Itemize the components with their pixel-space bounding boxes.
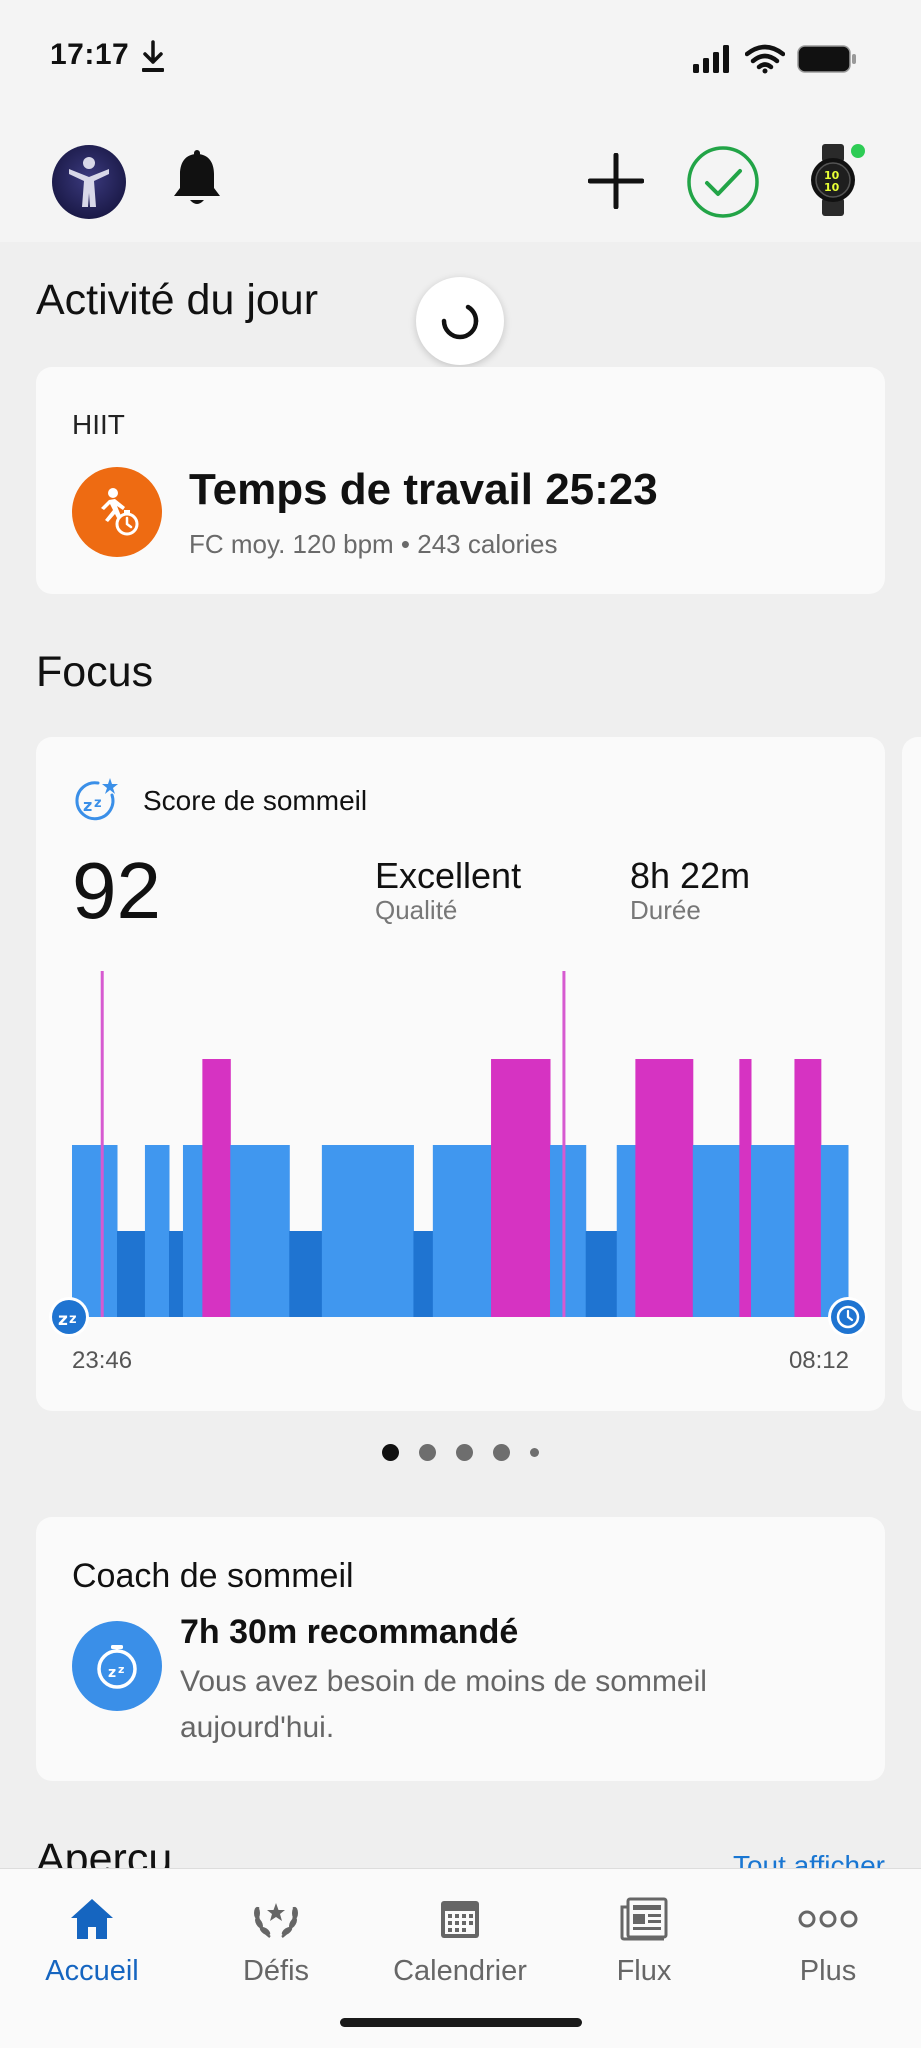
sleep-end-clock-icon: [828, 1297, 868, 1337]
carousel-dot[interactable]: [382, 1444, 399, 1461]
battery-icon: [797, 45, 857, 78]
svg-text:z: z: [118, 1663, 124, 1676]
wifi-icon: [744, 44, 786, 79]
sleep-segment-rem: [202, 1059, 231, 1317]
svg-text:z: z: [58, 1310, 68, 1330]
sleep-score-card[interactable]: z z Score de sommeil 92 Excellent Qualit…: [36, 737, 885, 1411]
sleep-segment-deep: [585, 1231, 618, 1317]
sleep-segment-light: [820, 1145, 849, 1317]
sleep-segment-light: [230, 1145, 290, 1317]
sleep-coach-headline: 7h 30m recommandé: [180, 1613, 519, 1651]
status-time: 17:17: [50, 38, 130, 71]
sleep-segment-light: [616, 1145, 636, 1317]
download-icon: [140, 40, 166, 79]
sleep-start-icon: zz: [49, 1297, 89, 1337]
sleep-coach-title: Coach de sommeil: [72, 1557, 354, 1595]
tab-defis[interactable]: Défis: [184, 1889, 368, 1988]
sleep-segment-rem: [739, 1059, 752, 1317]
sleep-coach-card[interactable]: Coach de sommeil z z 7h 30m recommandé V…: [36, 1517, 885, 1781]
home-icon: [0, 1889, 184, 1949]
sleep-segment-light: [72, 1145, 118, 1317]
sync-check-icon[interactable]: [686, 145, 760, 224]
next-focus-card[interactable]: [902, 737, 921, 1411]
tab-label: Flux: [616, 1955, 672, 1987]
sleep-segment-light: [321, 1145, 414, 1317]
laurel-icon: [184, 1889, 368, 1949]
sleep-segment-light: [182, 1145, 203, 1317]
activity-card[interactable]: HIIT Temps de travail 25:23 FC moy. 120 …: [36, 367, 885, 594]
more-dots-icon: [736, 1889, 920, 1949]
activity-title: Temps de travail 25:23: [189, 465, 658, 514]
tab-label: Plus: [799, 1955, 857, 1987]
tab-accueil[interactable]: Accueil: [0, 1889, 184, 1988]
sleep-coach-text: Vous avez besoin de moins de sommeil auj…: [180, 1665, 707, 1744]
top-bar: 10 10: [0, 115, 921, 242]
home-indicator[interactable]: [340, 2018, 582, 2027]
activity-section-title: Activité du jour: [36, 276, 319, 324]
sleep-segment-deep: [289, 1231, 323, 1317]
calendar-icon: [368, 1889, 552, 1949]
carousel-dot[interactable]: [493, 1444, 510, 1461]
avatar[interactable]: [52, 145, 126, 219]
tab-label: Défis: [242, 1955, 310, 1987]
signal-icon: [693, 45, 733, 78]
svg-text:z: z: [69, 1312, 77, 1327]
sleep-segment-rem: [635, 1059, 694, 1317]
add-icon[interactable]: [587, 152, 645, 214]
person-icon: [69, 157, 109, 207]
sleep-segment-light: [432, 1145, 492, 1317]
focus-section-title: Focus: [36, 648, 154, 696]
svg-text:z: z: [108, 1665, 116, 1681]
sleep-segment-rem: [794, 1059, 822, 1317]
sleep-start-time: 23:46: [72, 1347, 133, 1374]
tab-flux[interactable]: Flux: [552, 1889, 736, 1988]
activity-subtitle: FC moy. 120 bpm • 243 calories: [189, 529, 558, 559]
sleep-segment-deep: [169, 1231, 184, 1317]
sleep-end-time: 08:12: [788, 1347, 849, 1374]
svg-text:10: 10: [824, 181, 840, 194]
sleep-segment-light: [550, 1145, 587, 1317]
carousel-dots[interactable]: [0, 1444, 921, 1461]
sleep-stage-chart: zz: [49, 971, 868, 1337]
sleep-segment-light: [751, 1145, 795, 1317]
carousel-dot[interactable]: [456, 1444, 473, 1461]
activity-type: HIIT: [72, 409, 125, 440]
sleep-segment-light: [144, 1145, 170, 1317]
refresh-spinner-icon: [416, 277, 504, 365]
carousel-dot[interactable]: [419, 1444, 436, 1461]
tab-plus[interactable]: Plus: [736, 1889, 920, 1988]
running-timer-icon: [72, 467, 162, 557]
news-feed-icon: [552, 1889, 736, 1949]
tab-label: Accueil: [45, 1955, 139, 1987]
tab-calendrier[interactable]: Calendrier: [368, 1889, 552, 1988]
sleep-segment-deep: [413, 1231, 434, 1317]
sleep-segment-light: [692, 1145, 740, 1317]
sleep-segment-awake: [100, 971, 104, 1317]
bell-icon[interactable]: [170, 150, 224, 215]
watch-device-icon[interactable]: 10 10: [800, 140, 870, 225]
sleep-timer-icon: z z: [72, 1621, 162, 1711]
sleep-segment-awake: [562, 971, 566, 1317]
sleep-segment-deep: [117, 1231, 146, 1317]
tab-label: Calendrier: [393, 1955, 527, 1987]
sleep-segment-rem: [491, 1059, 551, 1317]
status-bar: 17:17: [0, 0, 921, 115]
carousel-dot[interactable]: [530, 1448, 539, 1457]
